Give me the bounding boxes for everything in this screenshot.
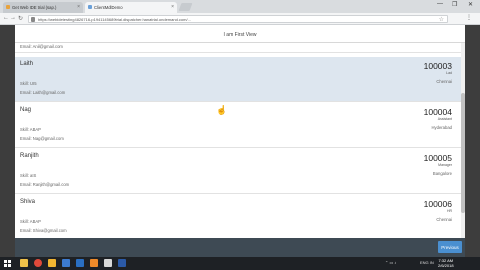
- reload-icon[interactable]: ↻: [18, 15, 23, 22]
- mouse-cursor-icon: ☝: [216, 105, 228, 115]
- page-title: I am First View: [15, 25, 465, 43]
- page-favicon-icon: [88, 5, 92, 9]
- item-id: 100003: [423, 61, 452, 71]
- close-tab-icon[interactable]: ×: [77, 4, 80, 10]
- lock-icon: [31, 17, 35, 22]
- item-email: Email: Laith@gmail.com: [20, 90, 66, 95]
- new-tab-button[interactable]: [178, 3, 193, 11]
- item-name: Nag: [20, 107, 32, 113]
- tab-label: ClientMdlDemo: [94, 5, 123, 10]
- page-footer: Previous: [15, 238, 465, 257]
- item-skill: Skill: aIS: [20, 173, 37, 178]
- item-id: 100004: [423, 107, 452, 117]
- back-icon[interactable]: ←: [3, 15, 9, 21]
- browser-tab-clientmdldemo[interactable]: ClientMdlDemo ×: [85, 2, 177, 13]
- clock-date: 2/6/2018: [438, 263, 454, 268]
- maximize-icon[interactable]: ❐: [452, 1, 457, 8]
- url-text: https://webidetesting4826716-p1941145689…: [38, 17, 191, 22]
- item-id: 100005: [423, 153, 452, 163]
- browser-tab-sap-trial[interactable]: Get Web IDE trial (sap.) ×: [3, 2, 83, 13]
- app-page: I am First View Email: Anil@gmail.com La…: [0, 25, 480, 257]
- item-email: Email: Nag@gmail.com: [20, 136, 64, 141]
- tab-label: Get Web IDE trial (sap.): [12, 5, 57, 10]
- store-icon[interactable]: [62, 259, 70, 267]
- browser-toolbar: ← → ↻ https://webidetesting4826716-p1941…: [0, 13, 480, 25]
- scrollbar-thumb[interactable]: [461, 93, 465, 213]
- edge-icon[interactable]: [76, 259, 84, 267]
- close-window-icon[interactable]: ✕: [468, 1, 473, 8]
- close-tab-icon[interactable]: ×: [171, 4, 174, 10]
- file-icon[interactable]: [104, 259, 112, 267]
- item-skill: Skill: UI5: [20, 81, 37, 86]
- item-role: Assistant: [437, 117, 452, 121]
- windows-taskbar: ⌃ ▭ ♪ ENG IN 7:32 AM 2/6/2018: [0, 257, 480, 270]
- item-name: Shiva: [20, 199, 36, 205]
- item-skill: Skill: ABAP: [20, 127, 41, 132]
- item-skill: Skill: ABAP: [20, 219, 41, 224]
- explorer-icon[interactable]: [20, 259, 28, 267]
- previous-button[interactable]: Previous: [438, 241, 462, 253]
- item-city: Chennai: [436, 217, 452, 222]
- item-city: Hyderabad: [431, 125, 453, 130]
- item-role: Lad: [446, 71, 452, 75]
- item-name: Ranjith: [20, 153, 39, 159]
- forward-icon[interactable]: →: [10, 15, 16, 21]
- master-view: I am First View Email: Anil@gmail.com La…: [15, 25, 465, 238]
- list-item[interactable]: Nag Skill: ABAP Email: Nag@gmail.com 100…: [15, 103, 461, 148]
- minimize-icon[interactable]: —: [437, 1, 443, 7]
- list-item-partial[interactable]: Email: Anil@gmail.com: [15, 43, 461, 53]
- address-bar[interactable]: https://webidetesting4826716-p1941145689…: [28, 15, 448, 23]
- language-indicator[interactable]: ENG IN: [420, 260, 434, 265]
- folder-icon[interactable]: [48, 259, 56, 267]
- item-email: Email: Ranjith@gmail.com: [20, 182, 70, 187]
- app-icon[interactable]: [90, 259, 98, 267]
- sap-favicon-icon: [6, 5, 10, 9]
- windows-start-icon[interactable]: [4, 260, 11, 267]
- item-city: Bangalore: [432, 171, 452, 176]
- clock[interactable]: 7:32 AM 2/6/2018: [438, 258, 454, 268]
- item-email: Email: Shiva@gmail.com: [20, 228, 67, 233]
- list-item[interactable]: Laith Skill: UI5 Email: Laith@gmail.com …: [15, 57, 461, 102]
- bookmark-star-icon[interactable]: ☆: [439, 16, 444, 22]
- list-scrollbar[interactable]: [461, 43, 465, 238]
- list-item[interactable]: Shiva Skill: ABAP Email: Shiva@gmail.com…: [15, 195, 461, 238]
- chrome-icon[interactable]: [34, 259, 42, 267]
- item-name: Laith: [20, 61, 34, 67]
- item-id: 100006: [423, 199, 452, 209]
- item-role: HR: [446, 209, 452, 213]
- item-city: Chennai: [436, 79, 452, 84]
- browser-tab-strip: Get Web IDE trial (sap.) × ClientMdlDemo…: [0, 0, 480, 13]
- tray-icons[interactable]: ⌃ ▭ ♪: [385, 260, 396, 265]
- item-role: Manager: [438, 163, 452, 167]
- list-item[interactable]: Ranjith Skill: aIS Email: Ranjith@gmail.…: [15, 149, 461, 194]
- item-email: Email: Anil@gmail.com: [20, 44, 63, 49]
- word-icon[interactable]: [118, 259, 126, 267]
- browser-menu-icon[interactable]: ⋮: [466, 14, 472, 21]
